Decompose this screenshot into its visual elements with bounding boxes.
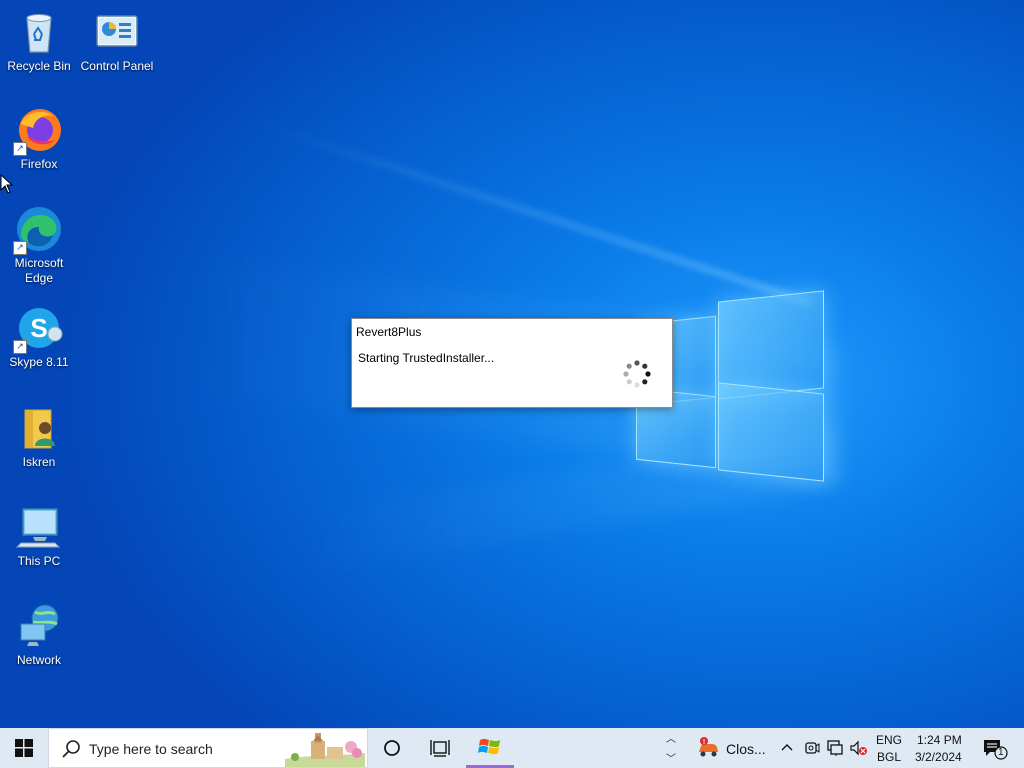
tray-volume[interactable] — [848, 728, 870, 768]
svg-text:S: S — [30, 313, 47, 343]
taskbar-search-box[interactable]: Type here to search — [48, 728, 368, 768]
tray-notification-app[interactable]: ! Clos... — [692, 728, 776, 768]
shortcut-arrow-icon: ↗ — [13, 241, 27, 255]
tray-meet-now[interactable] — [802, 728, 820, 768]
desktop-icon-label: Microsoft Edge — [14, 256, 64, 285]
volume-muted-icon — [850, 740, 867, 756]
desktop-icon-skype[interactable]: S ↗ Skype 8.11 — [1, 304, 77, 370]
edge-icon: ↗ — [13, 205, 63, 255]
cortana-button[interactable] — [368, 728, 416, 768]
search-icon — [62, 740, 80, 758]
chevron-up-icon: ︿ — [666, 734, 676, 745]
clock-date: 3/2/2024 — [915, 750, 962, 764]
keyboard-layout: BGL — [877, 750, 902, 764]
dialog-title: Revert8Plus — [356, 325, 422, 339]
task-view-button[interactable] — [416, 728, 464, 768]
tray-language[interactable]: ENG BGL — [872, 728, 906, 768]
taskbar-app-revert8plus[interactable] — [466, 728, 514, 768]
windows7-flag-icon — [478, 738, 500, 754]
desktop-icon-label: Recycle Bin — [7, 59, 71, 73]
shortcut-arrow-icon: ↗ — [13, 142, 27, 156]
search-highlight-image — [285, 729, 365, 767]
chevron-down-icon: ﹀ — [666, 754, 676, 765]
revert8plus-dialog: Revert8Plus Starting TrustedInstaller... — [351, 318, 673, 408]
svg-text:!: ! — [703, 739, 705, 746]
windows-start-icon — [15, 739, 33, 757]
task-view-icon — [430, 740, 450, 757]
clock-time: 1:24 PM — [917, 733, 962, 747]
desktop-icon-network[interactable]: Network — [1, 602, 77, 668]
loading-spinner-icon — [623, 360, 651, 388]
start-button[interactable] — [0, 728, 48, 768]
dialog-message: Starting TrustedInstaller... — [358, 351, 495, 365]
skype-icon: S ↗ — [13, 304, 63, 354]
desktop-icon-user-folder[interactable]: Iskren — [1, 404, 77, 470]
tray-app-label: Clos... — [726, 741, 766, 757]
desktop-icon-microsoft-edge[interactable]: ↗ Microsoft Edge — [1, 205, 77, 286]
control-panel-icon — [93, 8, 141, 56]
tray-network[interactable] — [824, 728, 846, 768]
user-folder-icon — [15, 404, 63, 452]
tray-clock[interactable]: 1:24 PM 3/2/2024 — [910, 728, 970, 768]
meet-now-icon — [805, 742, 820, 754]
search-placeholder: Type here to search — [89, 741, 213, 757]
taskbar: Type here to search ︿ ﹀ ! Clos... ENG BG… — [0, 728, 1024, 768]
desktop-icon-label: Skype 8.11 — [9, 355, 69, 369]
desktop-icon-label: Firefox — [20, 157, 58, 171]
wallpaper-beam — [258, 120, 813, 308]
shortcut-arrow-icon: ↗ — [13, 340, 27, 354]
network-wired-icon — [827, 740, 843, 756]
desktop-icon-label: This PC — [17, 554, 61, 568]
action-center-button[interactable]: 1 — [976, 728, 1024, 768]
chevron-up-icon — [781, 744, 793, 751]
firefox-icon: ↗ — [13, 106, 63, 156]
recycle-bin-icon — [15, 8, 63, 56]
desktop-icon-this-pc[interactable]: This PC — [1, 503, 77, 569]
logo-pane — [718, 382, 824, 482]
desktop-icon-label: Control Panel — [80, 59, 154, 73]
desktop-icon-recycle-bin[interactable]: Recycle Bin — [1, 8, 77, 74]
mouse-cursor-icon — [0, 174, 14, 194]
desktop-icon-control-panel[interactable]: Control Panel — [79, 8, 155, 74]
desktop-icon-label: Iskren — [22, 455, 56, 469]
desktop-icon-firefox[interactable]: ↗ Firefox — [1, 106, 77, 172]
network-icon — [15, 602, 63, 650]
tray-scroll-arrows[interactable]: ︿ ﹀ — [660, 728, 682, 768]
desktop-icon-label: Network — [16, 653, 61, 667]
show-hidden-icons-button[interactable] — [778, 728, 796, 768]
notification-icon — [984, 740, 1008, 760]
language-code: ENG — [876, 733, 903, 747]
notification-count: 1 — [998, 747, 1004, 758]
cortana-circle-icon — [384, 740, 400, 756]
this-pc-icon — [15, 503, 63, 551]
car-warning-icon: ! — [699, 737, 718, 757]
